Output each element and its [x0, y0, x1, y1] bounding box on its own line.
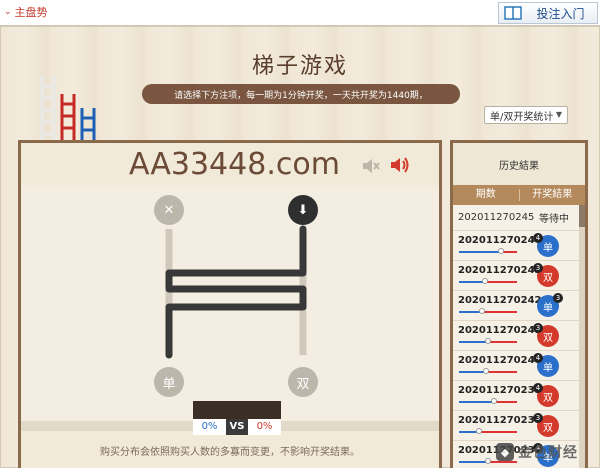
rung-count: 3	[533, 263, 543, 273]
history-row: 202011270242 单 3	[453, 291, 585, 321]
distribution-fill	[459, 341, 488, 343]
rung-count: 4	[533, 233, 543, 243]
sound-on-icon[interactable]	[389, 155, 411, 175]
history-rows: 202011270244 单 4 202011270243 双 3 202011270242…	[453, 231, 585, 468]
distribution-note: 购买分布会依照购买人数的多寡而变更，不影响开奖结果。	[100, 447, 360, 458]
page-title: 梯子游戏	[251, 54, 348, 79]
history-header: 期数 开奖結果	[453, 185, 585, 205]
distribution-track	[459, 311, 517, 313]
history-period: 202011270243	[458, 265, 542, 276]
history-row: 202011270243 双 3	[453, 261, 585, 291]
history-period: 202011270244	[458, 235, 542, 246]
distribution-track	[459, 401, 517, 403]
history-period: 202011270239	[458, 385, 542, 396]
odd-result-circle[interactable]: 单	[154, 367, 184, 397]
vs-label: VS	[226, 419, 248, 435]
rung-count: 3	[533, 323, 543, 333]
history-scrollbar[interactable]	[579, 205, 585, 468]
watermark-text: 金色财经	[518, 445, 578, 461]
pending-status: 等待中	[539, 214, 569, 225]
distribution-knob	[483, 368, 489, 374]
history-row: 202011270239 双 4	[453, 381, 585, 411]
stat-type-value: 单/双开奖统计	[490, 111, 554, 123]
draw-notice: 请选择下方注项，每一期为1分钟开奖，一天共开奖为1440期，	[142, 84, 460, 104]
ladder-board: ✕ ⬇ 单 双	[21, 185, 439, 421]
ladder-decoration-icon	[38, 72, 108, 148]
distribution-track	[459, 431, 517, 433]
distribution-track	[459, 251, 517, 253]
history-row: 202011270244 单 4	[453, 231, 585, 261]
history-row: 202011270238 双 3	[453, 411, 585, 441]
distribution-track	[459, 281, 517, 283]
rung-count: 3	[533, 413, 543, 423]
period-column-header: 期数	[475, 189, 496, 200]
history-period: 202011270242	[458, 295, 542, 306]
odd-percent: 0%	[193, 419, 226, 435]
site-name: AA33448.com	[129, 147, 340, 182]
distribution-fill	[459, 251, 501, 253]
chevron-down-icon: ⌄	[4, 7, 12, 17]
distribution-knob	[482, 278, 488, 284]
mute-icon[interactable]	[361, 157, 381, 175]
distribution-knob	[498, 248, 504, 254]
vs-distribution: 0% VS 0%	[193, 419, 281, 435]
start-left-cancel-icon: ✕	[154, 195, 184, 225]
distribution-fill	[459, 401, 494, 403]
rung-count: 4	[533, 353, 543, 363]
even-result-circle[interactable]: 双	[288, 367, 318, 397]
betting-guide-button[interactable]: 投注入门	[498, 2, 598, 24]
pending-period: 202011270245	[458, 212, 535, 223]
history-period: 202011270241	[458, 325, 542, 336]
main-trend-label: 主盘势	[14, 6, 48, 19]
history-scrollbar-thumb[interactable]	[579, 205, 585, 227]
history-row: 202011270241 双 3	[453, 321, 585, 351]
rung-count: 3	[553, 293, 563, 303]
book-icon	[502, 4, 524, 22]
dropdown-arrow-icon: ▼	[555, 110, 562, 119]
distribution-knob	[476, 428, 482, 434]
start-right-arrow-icon: ⬇	[288, 195, 318, 225]
distribution-knob	[485, 458, 491, 464]
main-trend-tab[interactable]: ⌄ 主盘势	[4, 3, 48, 21]
history-period: 202011270238	[458, 415, 542, 426]
watermark-logo: ◆ 金色财经	[496, 440, 578, 464]
watermark-icon: ◆	[496, 443, 514, 461]
distribution-knob	[479, 308, 485, 314]
distribution-knob	[491, 398, 497, 404]
ladder-paths	[165, 225, 307, 359]
history-row: 202011270240 单 4	[453, 351, 585, 381]
history-panel: 历史結果 期数 开奖結果 202011270245 等待中 2020112702…	[450, 140, 588, 468]
result-column-header: 开奖結果	[532, 189, 573, 200]
result-bar	[193, 401, 281, 419]
distribution-fill	[459, 371, 486, 373]
top-bar: ⌄ 主盘势 投注入门	[0, 0, 600, 26]
ladder-game-panel: AA33448.com ✕ ⬇ 单 双 0% VS 0% 购买分布会依照购买人数…	[18, 140, 442, 468]
history-title: 历史結果	[453, 143, 585, 185]
rung-count: 4	[533, 383, 543, 393]
even-percent: 0%	[248, 419, 281, 435]
betting-guide-label: 投注入门	[536, 6, 585, 21]
pending-row: 202011270245 等待中	[453, 205, 585, 231]
stat-type-select[interactable]: 单/双开奖统计 ▼	[484, 106, 568, 124]
distribution-knob	[485, 338, 491, 344]
distribution-fill	[459, 461, 488, 463]
history-period: 202011270240	[458, 355, 542, 366]
